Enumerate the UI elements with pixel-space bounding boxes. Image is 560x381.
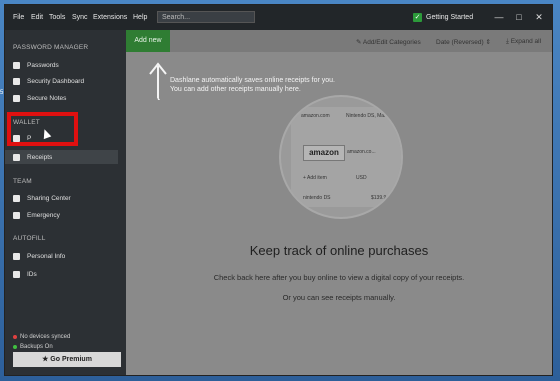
- sidebar-item-emergency[interactable]: Emergency: [13, 208, 126, 222]
- desktop-edge-text: 5: [0, 90, 4, 96]
- checkmark-icon: ✓: [413, 13, 422, 22]
- menu-file[interactable]: File: [13, 14, 24, 21]
- hint-text: Dashlane automatically saves online rece…: [170, 77, 335, 93]
- id-card-icon: [13, 270, 20, 278]
- amazon-logo: amazon: [303, 145, 345, 161]
- sidebar-item-ids[interactable]: IDs: [13, 267, 126, 281]
- sidebar-item-passwords[interactable]: Passwords: [13, 58, 126, 72]
- illustration-site2: Nintendo DS, Mario K...: [346, 113, 399, 119]
- green-dot-icon: [13, 345, 17, 349]
- add-edit-categories-button[interactable]: ✎ Add/Edit Categories: [356, 38, 421, 46]
- menu-extensions[interactable]: Extensions: [93, 14, 127, 21]
- getting-started-label: Getting Started: [426, 14, 474, 21]
- illustration-add-item: + Add item: [303, 175, 327, 181]
- getting-started-button[interactable]: ✓ Getting Started: [413, 13, 473, 22]
- title-bar: File Edit Tools Sync Extensions Help Sea…: [5, 5, 552, 30]
- menu-edit[interactable]: Edit: [31, 14, 43, 21]
- red-dot-icon: [13, 335, 17, 339]
- main-panel: Add new ✎ Add/Edit Categories Date (Reve…: [126, 30, 552, 375]
- empty-state-heading: Keep track of online purchases: [249, 243, 429, 258]
- backup-status: Backups On: [13, 344, 53, 350]
- sidebar-item-personal-info[interactable]: Personal Info: [13, 249, 126, 263]
- sidebar-item-security-dashboard[interactable]: Security Dashboard: [13, 74, 126, 88]
- receipt-illustration: amazon.com Nintendo DS, Mario K... amazo…: [279, 95, 403, 219]
- expand-all-button[interactable]: ⤓ Expand all: [506, 38, 541, 46]
- shield-icon: [13, 77, 20, 85]
- menu-tools[interactable]: Tools: [49, 14, 65, 21]
- minimize-button[interactable]: —: [493, 11, 505, 23]
- section-team: TEAM: [13, 178, 32, 185]
- receipt-icon: [13, 153, 20, 161]
- add-new-button[interactable]: Add new: [126, 30, 170, 52]
- maximize-button[interactable]: □: [513, 11, 525, 23]
- illustration-currency: USD: [356, 175, 367, 181]
- note-icon: [13, 94, 20, 102]
- sidebar-item-receipts[interactable]: Receipts: [5, 150, 118, 164]
- toolbar: Add new ✎ Add/Edit Categories Date (Reve…: [126, 30, 552, 52]
- illustration-amazon-label: amazon.co...: [347, 149, 376, 155]
- illustration-card: amazon.com Nintendo DS, Mario K... amazo…: [291, 107, 401, 207]
- dashlane-window: File Edit Tools Sync Extensions Help Sea…: [5, 5, 552, 375]
- empty-state-line1: Check back here after you buy online to …: [213, 273, 465, 282]
- menu-help[interactable]: Help: [133, 14, 147, 21]
- section-autofill: AUTOFILL: [13, 235, 46, 242]
- person-icon: [13, 252, 20, 260]
- go-premium-button[interactable]: ★ Go Premium: [13, 352, 121, 367]
- emergency-icon: [13, 211, 20, 219]
- illustration-site1: amazon.com: [301, 113, 330, 119]
- search-input[interactable]: Search...: [157, 11, 255, 23]
- people-icon: [13, 194, 20, 202]
- sidebar-item-secure-notes[interactable]: Secure Notes: [13, 91, 126, 105]
- illustration-row-left: nintendo DS: [303, 195, 331, 201]
- sort-dropdown[interactable]: Date (Reversed) ⇕: [436, 38, 491, 46]
- illustration-row-right: $139.9: [371, 195, 387, 201]
- menu-sync[interactable]: Sync: [72, 14, 88, 21]
- sync-status: No devices synced: [13, 334, 70, 340]
- sidebar-item-sharing-center[interactable]: Sharing Center: [13, 191, 126, 205]
- section-password-manager: PASSWORD MANAGER: [13, 44, 89, 51]
- close-button[interactable]: ✕: [533, 11, 545, 23]
- empty-state-line2: Or you can see receipts manually.: [282, 293, 396, 302]
- sidebar: PASSWORD MANAGER Passwords Security Dash…: [5, 30, 126, 375]
- lock-icon: [13, 61, 20, 69]
